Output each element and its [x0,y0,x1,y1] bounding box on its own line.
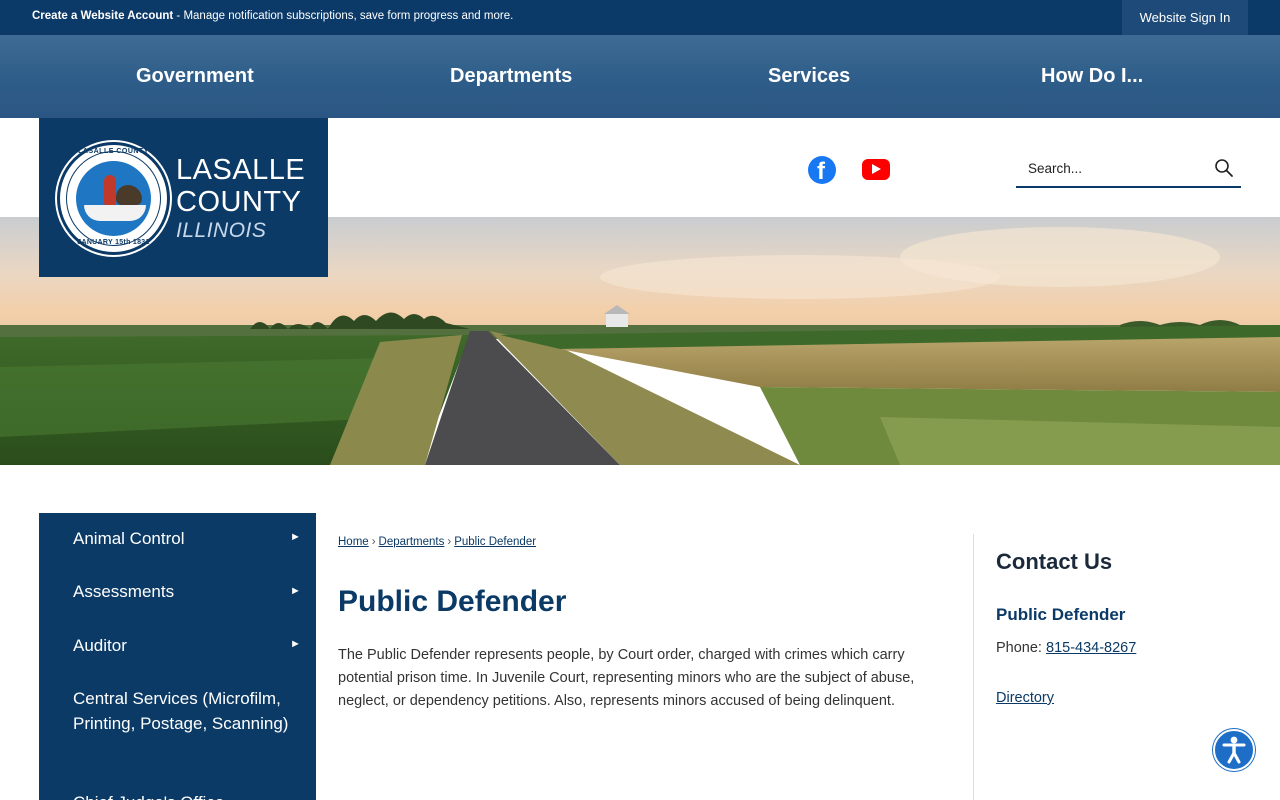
logo-text-lasalle: LASALLE [176,154,306,186]
expand-arrow-icon[interactable]: ► [290,585,301,597]
contact-department-name: Public Defender [996,605,1126,624]
side-nav-item-auditor[interactable]: Auditor [73,633,293,658]
breadcrumb-public-defender[interactable]: Public Defender [454,536,536,548]
nav-item-departments[interactable]: Departments [450,35,572,118]
phone-link[interactable]: 815-434-8267 [1046,640,1136,656]
expand-arrow-icon[interactable]: ► [290,531,301,543]
create-account-label[interactable]: Create a Website Account [32,10,173,22]
youtube-play-glyph [872,164,881,174]
page-title: Public Defender [338,585,567,618]
side-nav-item-chief-judges-office[interactable]: Chief Judge's Office [73,790,293,800]
nav-item-services[interactable]: Services [768,35,850,118]
county-seal: LASALLE COUNTY JANUARY 15th 1831 [57,142,170,255]
search-icon[interactable] [1214,158,1234,178]
seal-top-text: LASALLE COUNTY [78,148,149,155]
site-search [1016,148,1241,188]
seal-figure [104,175,116,205]
seal-canoe [84,205,146,221]
page-description: The Public Defender represents people, b… [338,647,915,709]
nav-item-how-do-i[interactable]: How Do I... [1041,35,1143,118]
search-input[interactable] [1028,157,1208,179]
seal-animal [116,185,142,205]
utility-bar: Create a Website Account - Manage notifi… [0,0,1280,35]
facebook-glyph: f [817,158,825,185]
breadcrumb: Home › Departments › Public Defender [338,536,536,548]
logo-text-county: COUNTY [176,186,302,218]
seal-emblem [76,161,151,236]
breadcrumb-home[interactable]: Home [338,536,369,548]
contact-us-heading: Contact Us [996,549,1113,574]
department-side-nav: Animal Control ► Assessments ► Auditor ►… [39,513,316,800]
column-divider [973,534,974,800]
logo-text-illinois: ILLINOIS [176,219,267,242]
contact-phone: Phone: 815-434-8267 [996,640,1136,656]
side-nav-item-assessments[interactable]: Assessments [73,579,293,604]
create-account-description: - Manage notification subscriptions, sav… [173,10,514,22]
facebook-icon[interactable]: f [808,156,836,185]
youtube-icon[interactable] [862,159,890,180]
create-account-link[interactable]: Create a Website Account - Manage notifi… [32,10,513,22]
side-nav-item-central-services[interactable]: Central Services (Microfilm, Printing, P… [73,686,293,736]
county-logo[interactable]: LASALLE COUNTY JANUARY 15th 1831 LASALLE… [39,118,328,277]
nav-item-government[interactable]: Government [136,35,254,118]
directory-link[interactable]: Directory [996,690,1054,706]
accessibility-icon [1222,736,1246,764]
main-navigation: Government Departments Services How Do I… [0,35,1280,118]
phone-label: Phone: [996,640,1046,656]
side-nav-item-animal-control[interactable]: Animal Control [73,526,293,551]
breadcrumb-departments[interactable]: Departments [379,536,445,548]
expand-arrow-icon[interactable]: ► [290,638,301,650]
accessibility-button[interactable] [1213,729,1255,771]
website-sign-in-button[interactable]: Website Sign In [1122,0,1248,35]
breadcrumb-separator: › [371,536,376,548]
seal-bottom-text: JANUARY 15th 1831 [77,239,150,246]
breadcrumb-separator: › [447,536,452,548]
